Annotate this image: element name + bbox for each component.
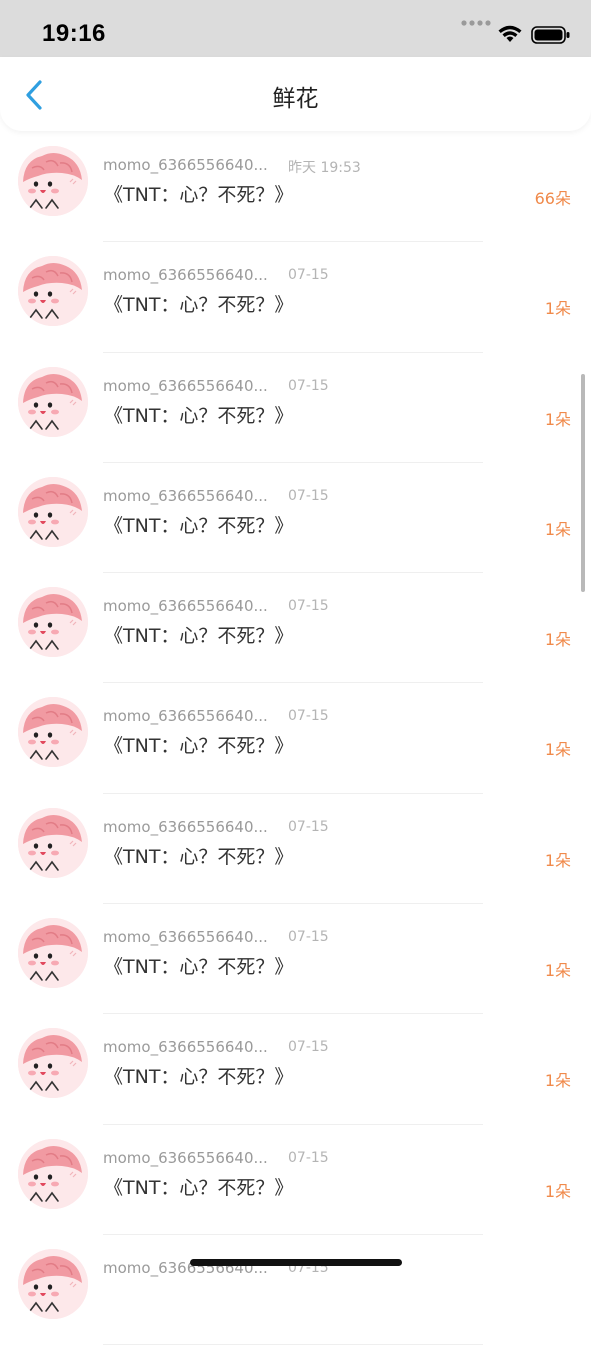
message-text: 《TNT：心？不死？》 [104, 294, 294, 317]
page-title: 鲜花 [272, 86, 319, 112]
sender-name[interactable]: momo_6366556640... [103, 818, 268, 836]
avatar[interactable] [18, 146, 88, 216]
sender-name[interactable]: momo_6366556640... [103, 487, 268, 505]
send-time: 07-15 [288, 267, 329, 284]
sender-name[interactable]: momo_6366556640... [103, 707, 268, 725]
message-text: 《TNT：心？不死？》 [104, 1066, 294, 1089]
avatar-image [18, 587, 88, 658]
avatar-image [18, 146, 88, 216]
wifi-icon [498, 25, 522, 42]
send-time: 07-15 [288, 818, 329, 835]
list-item[interactable]: momo_6366556640... 07-15 《TNT：心？不死？》 1朵 [0, 353, 591, 463]
message-text: 《TNT：心？不死？》 [104, 1176, 294, 1199]
avatar[interactable] [18, 918, 88, 989]
avatar[interactable] [18, 587, 88, 658]
list-item[interactable]: momo_6366556640... 07-15 《TNT：心？不死？》 1朵 [0, 794, 591, 905]
list-item[interactable]: momo_6366556640... 07-15 [0, 1235, 591, 1345]
status-bar: 19:16 [0, 0, 591, 60]
send-time: 07-15 [288, 1039, 329, 1056]
avatar[interactable] [18, 697, 88, 768]
message-text: 《TNT：心？不死？》 [104, 956, 294, 979]
avatar-image [18, 1028, 88, 1099]
sender-name[interactable]: momo_6366556640... [103, 266, 268, 284]
avatar-image [18, 807, 88, 878]
avatar[interactable] [18, 366, 88, 437]
message-text: 《TNT：心？不死？》 [104, 404, 294, 427]
nav-bar: 鲜花 [0, 57, 591, 131]
avatar[interactable] [18, 1248, 88, 1319]
flower-count: 1朵 [544, 850, 571, 870]
flower-list: momo_6366556640... 昨天 19:53 《TNT：心？不死？》 … [0, 132, 591, 1345]
flower-count: 66朵 [534, 189, 571, 208]
avatar-image [18, 1248, 88, 1319]
message-text: 《TNT：心？不死？》 [104, 845, 294, 868]
send-time: 07-15 [288, 377, 329, 394]
cellular-signal-icon [461, 20, 491, 26]
send-time: 07-15 [288, 487, 329, 504]
avatar[interactable] [18, 1138, 88, 1209]
sender-name[interactable]: momo_6366556640... [103, 1149, 268, 1167]
avatar[interactable] [18, 807, 88, 878]
avatar-image [18, 918, 88, 989]
send-time: 07-15 [288, 708, 329, 725]
sender-name[interactable]: momo_6366556640... [103, 928, 268, 946]
message-text: 《TNT：心？不死？》 [104, 625, 294, 648]
list-item[interactable]: momo_6366556640... 07-15 《TNT：心？不死？》 1朵 [0, 1125, 591, 1235]
flower-count: 1朵 [544, 1071, 571, 1091]
scrollbar[interactable] [581, 374, 585, 592]
avatar-image [18, 1138, 88, 1209]
avatar-image [18, 366, 88, 437]
flower-count: 1朵 [544, 519, 571, 539]
list-item[interactable]: momo_6366556640... 07-15 《TNT：心？不死？》 1朵 [0, 573, 591, 684]
battery-icon [531, 26, 570, 44]
avatar[interactable] [18, 256, 88, 327]
send-time: 昨天 19:53 [288, 160, 361, 176]
avatar[interactable] [18, 476, 88, 547]
send-time: 07-15 [288, 1149, 329, 1166]
status-time: 19:16 [42, 20, 106, 47]
send-time: 07-15 [288, 929, 329, 946]
list-item[interactable]: momo_6366556640... 07-15 《TNT：心？不死？》 1朵 [0, 904, 591, 1015]
message-text: 《TNT：心？不死？》 [104, 735, 294, 758]
avatar[interactable] [18, 1028, 88, 1099]
avatar-image [18, 697, 88, 768]
flower-count: 1朵 [544, 961, 571, 981]
flower-count: 1朵 [544, 1181, 571, 1201]
sender-name[interactable]: momo_6366556640... [103, 1038, 268, 1056]
avatar-image [18, 476, 88, 547]
list-item[interactable]: momo_6366556640... 07-15 《TNT：心？不死？》 1朵 [0, 683, 591, 794]
flower-count: 1朵 [544, 740, 571, 760]
list-item[interactable]: momo_6366556640... 07-15 《TNT：心？不死？》 1朵 [0, 463, 591, 574]
list-item[interactable]: momo_6366556640... 昨天 19:53 《TNT：心？不死？》 … [0, 132, 591, 243]
flower-count: 1朵 [544, 630, 571, 650]
list-item[interactable]: momo_6366556640... 07-15 《TNT：心？不死？》 1朵 [0, 1014, 591, 1125]
message-text: 《TNT：心？不死？》 [104, 184, 294, 206]
sender-name[interactable]: momo_6366556640... [103, 156, 268, 174]
list-item[interactable]: momo_6366556640... 07-15 《TNT：心？不死？》 1朵 [0, 242, 591, 353]
send-time: 07-15 [288, 598, 329, 615]
message-text: 《TNT：心？不死？》 [104, 514, 294, 537]
flower-count: 1朵 [544, 409, 571, 429]
sender-name[interactable]: momo_6366556640... [103, 377, 268, 395]
sender-name[interactable]: momo_6366556640... [103, 597, 268, 615]
flower-count: 1朵 [544, 299, 571, 319]
avatar-image [18, 256, 88, 327]
home-indicator[interactable] [190, 1259, 402, 1266]
